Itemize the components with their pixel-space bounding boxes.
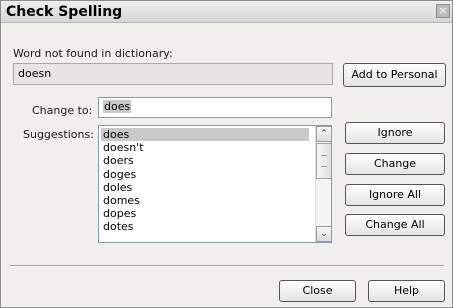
suggestion-item[interactable]: does (101, 128, 309, 141)
scroll-down-icon[interactable]: ⌄ (316, 226, 331, 242)
divider (10, 265, 444, 267)
change-to-label: Change to: (32, 104, 93, 117)
suggestion-item[interactable]: dopes (101, 207, 138, 220)
ignore-button[interactable]: Ignore (345, 122, 445, 144)
close-icon[interactable]: × (436, 4, 450, 18)
not-found-label: Word not found in dictionary: (13, 47, 173, 60)
scroll-up-icon[interactable]: ⌃ (316, 126, 331, 142)
scroll-thumb[interactable] (316, 143, 331, 179)
suggestion-item[interactable]: domes (101, 194, 142, 207)
title-bar: Check Spelling × (1, 1, 452, 23)
suggestions-scrollbar[interactable]: ⌃ ⌄ (315, 126, 331, 242)
dialog-title: Check Spelling (6, 4, 123, 20)
suggestion-item[interactable]: dotes (101, 220, 136, 233)
change-button[interactable]: Change (345, 153, 445, 175)
suggestions-list[interactable]: does doesn't doers doges doles domes dopes dote… (98, 125, 332, 243)
change-all-button[interactable]: Change All (345, 214, 445, 236)
suggestion-item[interactable]: doers (101, 154, 136, 167)
check-spelling-dialog: Check Spelling × Word not found in dicti… (0, 0, 453, 308)
change-to-input[interactable]: does (98, 97, 332, 118)
ignore-all-button[interactable]: Ignore All (345, 184, 445, 206)
close-button[interactable]: Close (279, 280, 356, 302)
suggestions-label: Suggestions: (23, 128, 94, 141)
not-found-word: doesn (13, 63, 333, 85)
suggestion-item[interactable]: doges (101, 168, 138, 181)
add-to-personal-button[interactable]: Add to Personal (343, 63, 446, 87)
suggestion-item[interactable]: doesn't (101, 141, 146, 154)
help-button[interactable]: Help (368, 280, 445, 302)
change-to-value: does (103, 100, 132, 113)
suggestion-item[interactable]: doles (101, 181, 134, 194)
